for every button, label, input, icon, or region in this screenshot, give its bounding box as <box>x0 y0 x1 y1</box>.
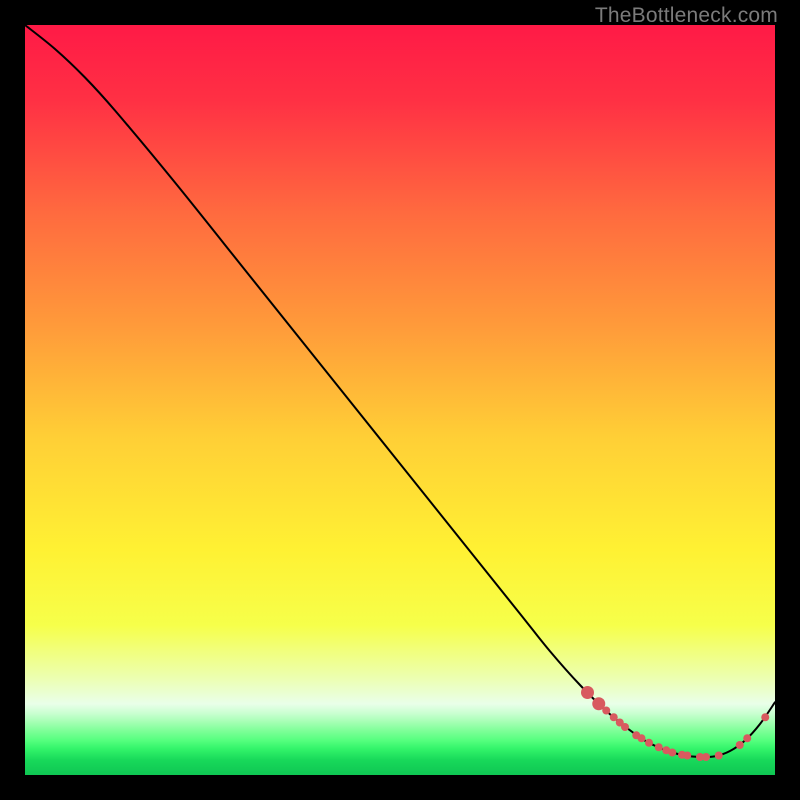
watermark-label: TheBottleneck.com <box>595 4 778 28</box>
data-marker <box>743 734 751 742</box>
data-marker <box>736 741 744 749</box>
data-marker <box>715 752 723 760</box>
data-marker <box>610 713 618 721</box>
data-marker <box>761 713 769 721</box>
data-marker <box>581 686 594 699</box>
chart-stage: TheBottleneck.com <box>0 0 800 800</box>
chart-plot-area <box>25 25 775 775</box>
data-marker <box>683 752 691 760</box>
data-marker <box>655 743 663 751</box>
data-marker <box>602 707 610 715</box>
data-marker <box>702 753 710 761</box>
data-marker <box>638 734 646 742</box>
data-marker <box>645 739 653 747</box>
data-marker <box>621 723 629 731</box>
data-marker <box>668 749 676 757</box>
chart-svg <box>25 25 775 775</box>
